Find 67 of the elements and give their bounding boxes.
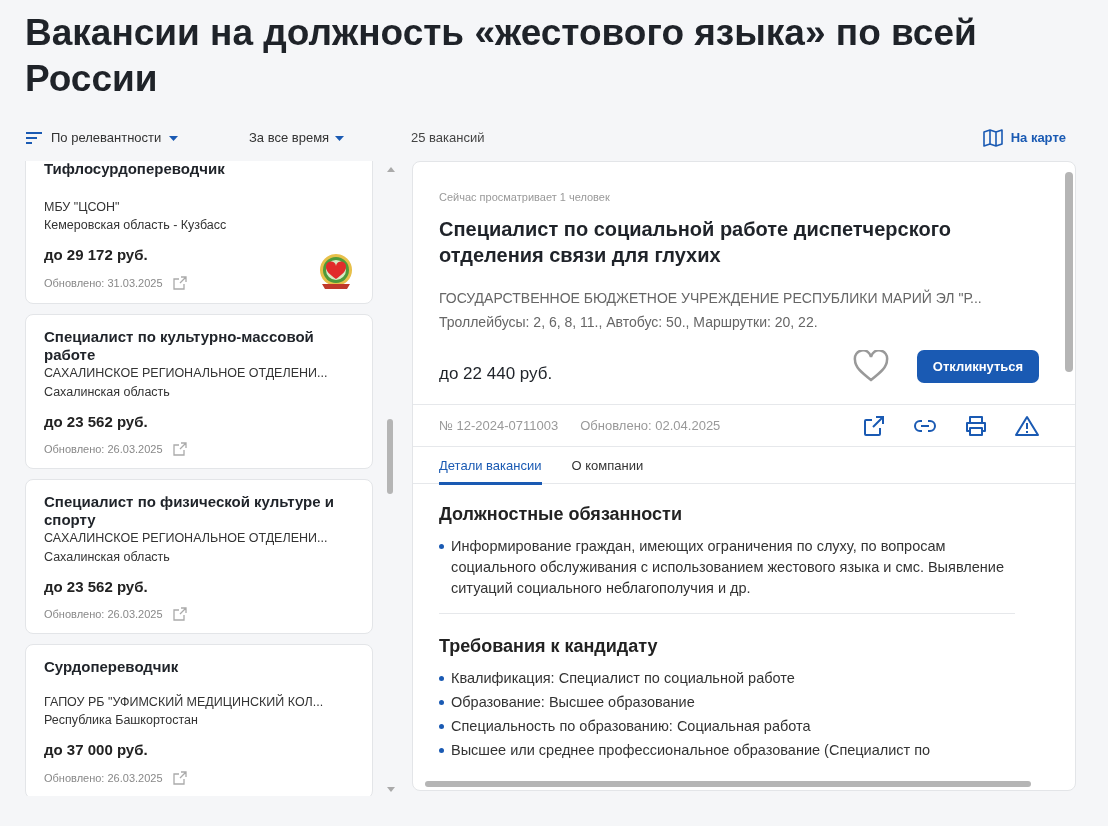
map-icon — [982, 129, 1003, 147]
region: Сахалинская область — [44, 383, 171, 401]
sort-icon — [25, 131, 43, 145]
update-date: Обновлено: 26.03.2025 — [44, 607, 163, 622]
section-heading: Требования к кандидату — [439, 635, 659, 658]
viewer-count: Сейчас просматривает 1 человек — [439, 190, 611, 205]
favorite-button[interactable] — [853, 350, 889, 383]
vacancy-card[interactable]: Специалист по физической культуре и спорту САХАЛИНСКОЕ РЕГИОНАЛЬНОЕ ОТДЕЛЕНИ... Сахалинская область до 23 562 руб. Обновлено: 26.03.2025 — [25, 479, 373, 634]
sort-dropdown[interactable]: По релевантности — [25, 128, 249, 148]
bullet-icon — [439, 700, 444, 705]
period-dropdown[interactable]: За все время — [249, 128, 411, 148]
employer-name: МБУ "ЦСОН" — [44, 198, 121, 216]
vacancy-card[interactable]: Специалист по культурно-массовой работе САХАЛИНСКОЕ РЕГИОНАЛЬНОЕ ОТДЕЛЕНИ... Сахалинская область до 23 562 руб. Обновлено: 26.03.2025 — [25, 314, 373, 469]
bullet-icon — [439, 544, 444, 549]
tab[interactable]: О компании — [571, 447, 644, 485]
update-date: Обновлено: 26.03.2025 — [44, 770, 163, 786]
external-link-icon[interactable] — [172, 770, 187, 785]
vacancy-count: 25 вакансий — [411, 129, 485, 148]
print-icon[interactable] — [965, 414, 987, 437]
update-date: Обновлено: 02.04.2025 — [580, 416, 721, 435]
heart-icon — [853, 350, 889, 383]
page-title: Вакансии на должность «жестового языка» по всей России — [25, 11, 978, 101]
warning-icon[interactable] — [1015, 414, 1039, 437]
bullet-icon — [439, 676, 444, 681]
bullet-icon — [439, 748, 444, 753]
update-date: Обновлено: 26.03.2025 — [44, 442, 163, 457]
horizontal-scrollbar[interactable] — [425, 781, 1031, 787]
vacancy-title: Специалист по физической культуре и спорту — [44, 493, 335, 529]
salary: до 23 562 руб. — [44, 411, 149, 432]
salary: до 22 440 руб. — [439, 362, 553, 385]
scroll-up-icon[interactable] — [387, 167, 395, 172]
external-link-icon[interactable] — [172, 607, 187, 622]
list-item: Информирование граждан, имеющих ограничения по слуху, по вопросам социального обслуживания с использованием жестового языка и смс. Выявление ситуаций социального неблагополучия и др. — [451, 537, 1005, 598]
map-link[interactable]: На карте — [982, 128, 1066, 148]
caret-icon — [335, 135, 345, 141]
salary: до 29 172 руб. — [44, 245, 149, 265]
apply-button[interactable]: Откликнуться — [917, 349, 1039, 383]
employer-name: САХАЛИНСКОЕ РЕГИОНАЛЬНОЕ ОТДЕЛЕНИ... — [44, 365, 329, 382]
list-item: Высшее или среднее профессиональное образование (Специалист по — [451, 741, 931, 760]
region: Кемеровская область - Кузбасс — [44, 217, 228, 235]
bullet-icon — [439, 724, 444, 729]
scroll-down-icon[interactable] — [387, 787, 395, 792]
update-date: Обновлено: 31.03.2025 — [44, 275, 163, 291]
list-item: Специальность по образованию: Социальная работа — [451, 717, 811, 736]
salary: до 37 000 руб. — [44, 740, 149, 760]
external-link-icon[interactable] — [172, 442, 187, 457]
section-heading: Должностные обязанности — [439, 503, 683, 526]
external-link-icon[interactable] — [172, 275, 187, 290]
employer-name: САХАЛИНСКОЕ РЕГИОНАЛЬНОЕ ОТДЕЛЕНИ... — [44, 530, 329, 547]
caret-icon — [169, 135, 179, 141]
vacancy-title: Специалист по культурно-массовой работе — [44, 328, 315, 364]
salary: до 23 562 руб. — [44, 576, 149, 597]
vacancy-title: Тифлосурдопереводчик — [44, 161, 226, 178]
vacancy-number: № 12-2024-0711003 — [439, 416, 559, 435]
tab[interactable]: Детали вакансии — [439, 447, 542, 485]
vacancy-card[interactable]: Сурдопереводчик ГАПОУ РБ "УФИМСКИЙ МЕДИЦИНСКИЙ КОЛ... Республика Башкортостан до 37 000 руб. Обновлено: 26.03.2025 — [25, 644, 373, 796]
share-icon[interactable] — [863, 414, 885, 437]
region: Республика Башкортостан — [44, 712, 199, 730]
list-item: Образование: Высшее образование — [451, 693, 695, 712]
list-item: Квалификация: Специалист по социальной работе — [451, 669, 795, 688]
employer-name: ГОСУДАРСТВЕННОЕ БЮДЖЕТНОЕ УЧРЕЖДЕНИЕ РЕСПУБЛИКИ МАРИЙ ЭЛ "Р... — [439, 288, 983, 308]
employer-name: ГАПОУ РБ "УФИМСКИЙ МЕДИЦИНСКИЙ КОЛ... — [44, 693, 325, 711]
vacancy-title: Сурдопереводчик — [44, 658, 180, 676]
vacancy-card[interactable]: Тифлосурдопереводчик МБУ "ЦСОН" Кемеровская область - Кузбасс до 29 172 руб. Обновлено: 31.03.2025 — [25, 161, 373, 304]
region: Сахалинская область — [44, 548, 171, 566]
vacancy-title: Специалист по социальной работе диспетчерского отделения связи для глухих — [439, 216, 952, 268]
transport-info: Троллейбусы: 2, 6, 8, 11., Автобус: 50., Маршрутки: 20, 22. — [439, 312, 819, 332]
